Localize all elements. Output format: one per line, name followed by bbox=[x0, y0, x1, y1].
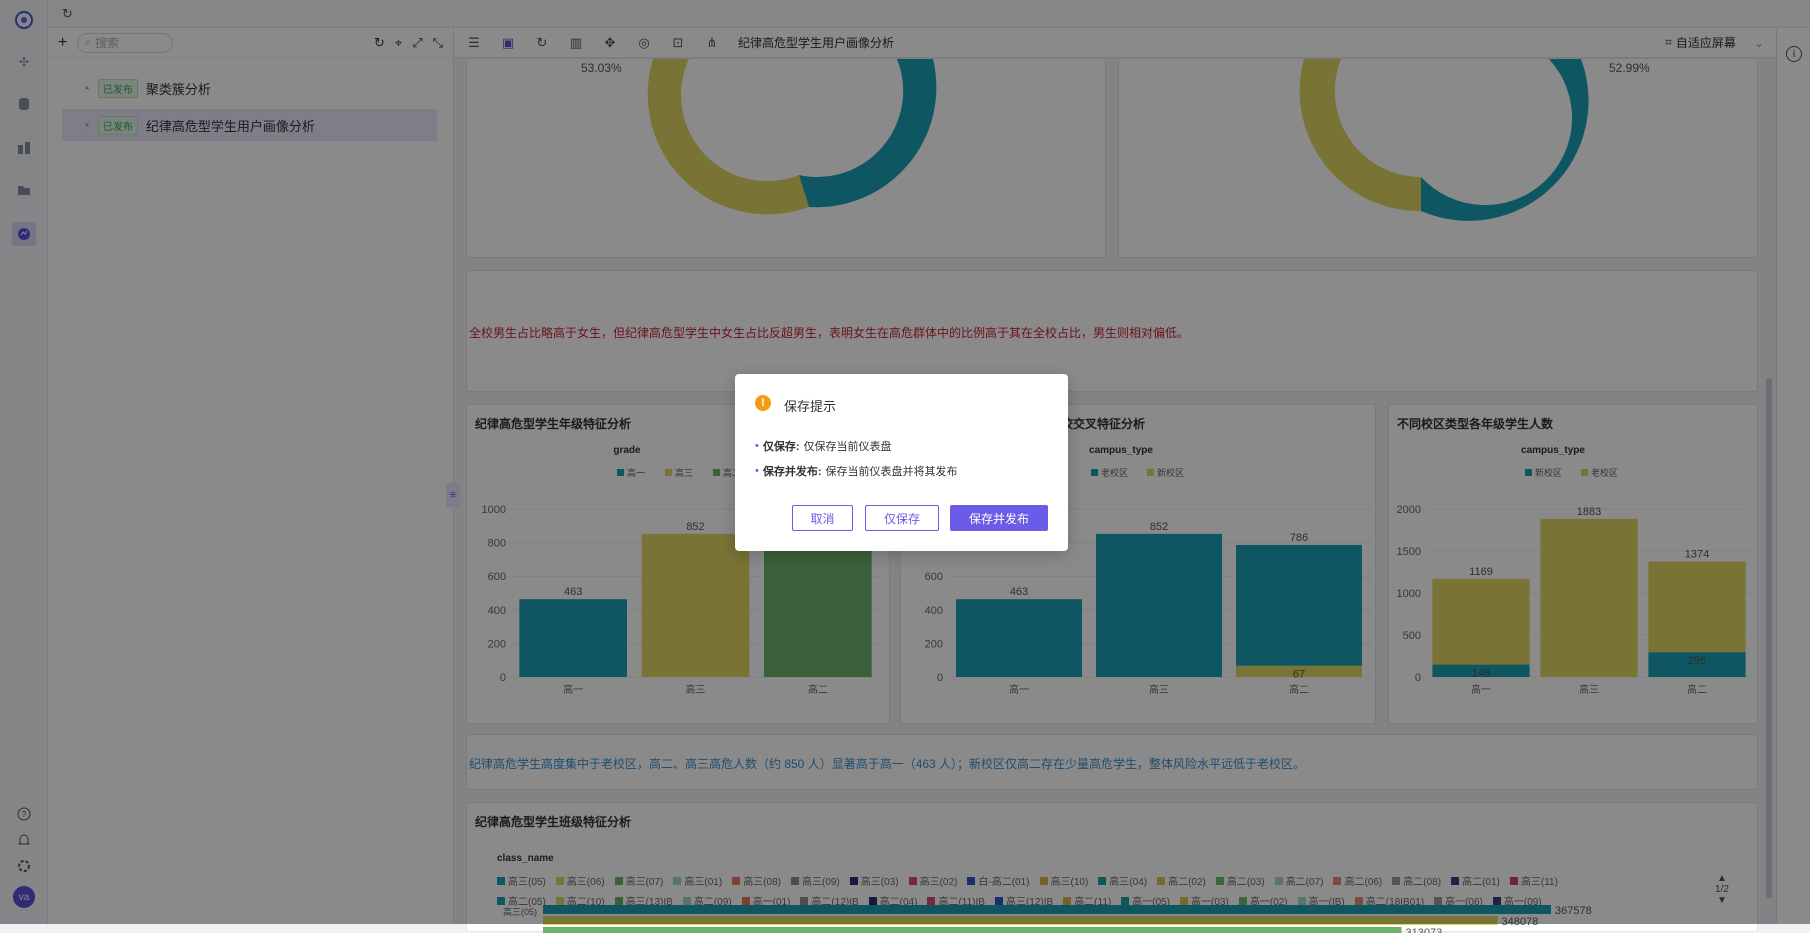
dialog-line-1: • 仅保存: 仅保存当前仪表盘 bbox=[755, 438, 892, 454]
cancel-button[interactable]: 取消 bbox=[792, 505, 853, 531]
save-only-button[interactable]: 仅保存 bbox=[865, 505, 939, 531]
line-text: 保存当前仪表盘并将其发布 bbox=[825, 466, 958, 478]
save-dialog: ! 保存提示 • 仅保存: 仅保存当前仪表盘 • 保存并发布: 保存当前仪表盘并… bbox=[735, 374, 1068, 551]
bullet: • bbox=[755, 465, 759, 477]
dialog-line-2: • 保存并发布: 保存当前仪表盘并将其发布 bbox=[755, 463, 958, 479]
bar bbox=[543, 927, 1402, 933]
line-key: 仅保存: bbox=[762, 441, 800, 453]
save-publish-button[interactable]: 保存并发布 bbox=[950, 505, 1048, 531]
line-text: 仅保存当前仪表盘 bbox=[803, 441, 892, 453]
bar-value-label: 313073 bbox=[1406, 927, 1443, 933]
dialog-title: 保存提示 bbox=[784, 399, 837, 414]
line-key: 保存并发布: bbox=[762, 466, 822, 478]
bullet: • bbox=[755, 440, 759, 452]
warning-icon: ! bbox=[755, 395, 771, 411]
